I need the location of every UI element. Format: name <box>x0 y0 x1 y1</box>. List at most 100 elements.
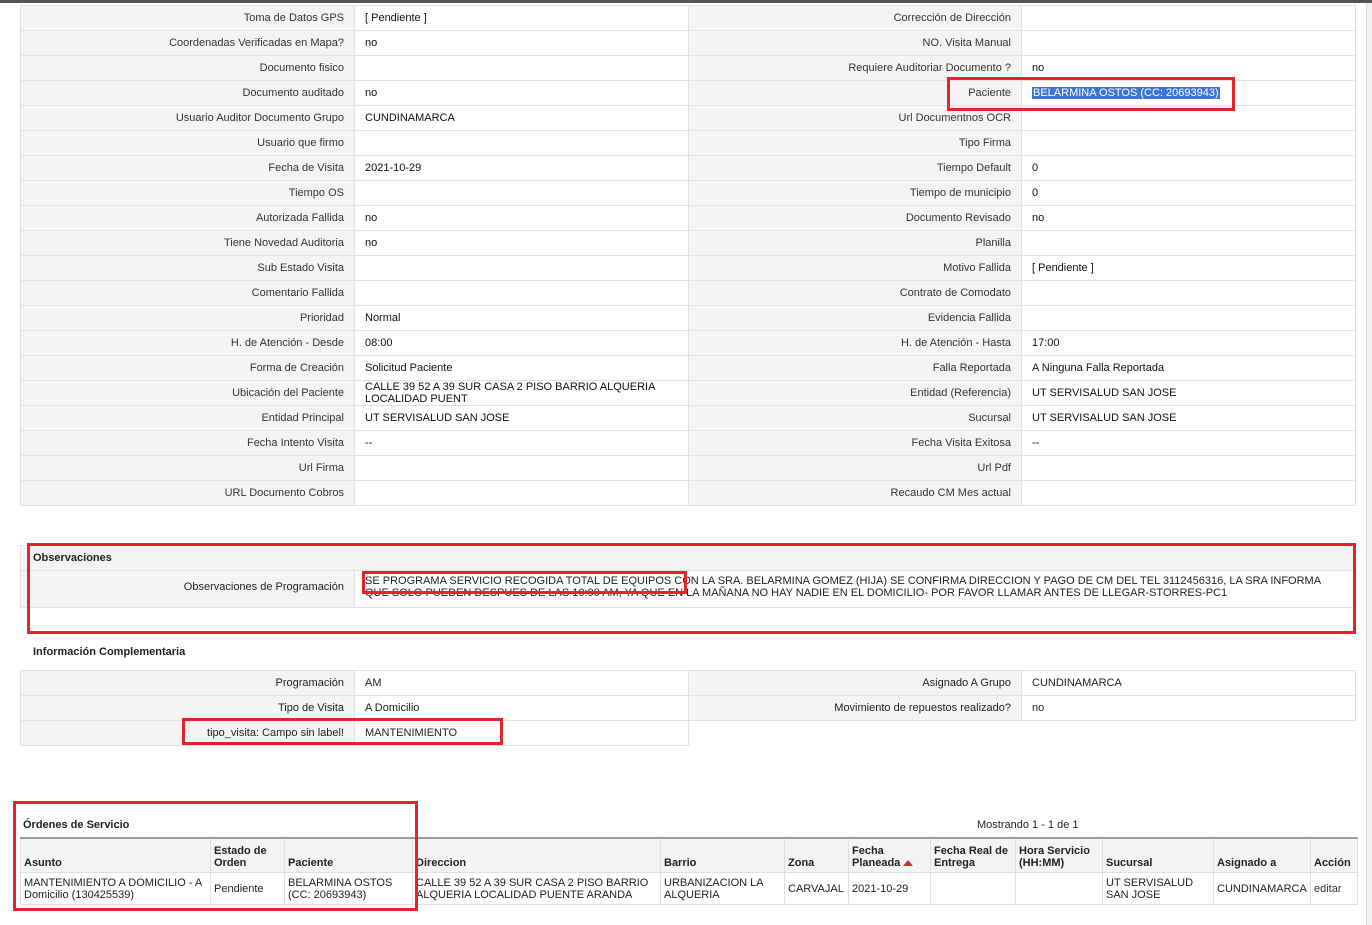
field-label: Sucursal <box>688 405 1022 431</box>
field-label: Tiempo OS <box>20 180 355 206</box>
info-complementaria-table: Programación AM Asignado A Grupo CUNDINAMAR… <box>20 670 1356 746</box>
column-header[interactable]: Asignado a <box>1213 837 1311 873</box>
field-label: Tiempo Default <box>688 155 1022 181</box>
field-label <box>688 720 1022 746</box>
field-value <box>354 255 689 281</box>
field-label: Falla Reportada <box>688 355 1022 381</box>
table-cell: MANTENIMIENTO A DOMICILIO - A Domicilio … <box>20 872 211 905</box>
field-label: Ubicación del Paciente <box>20 380 355 406</box>
detail-row: Url Firma Url Pdf <box>20 455 1356 481</box>
detail-row: Fecha de Visita 2021-10-29 Tiempo Default 0 <box>20 155 1356 181</box>
field-value: CUNDINAMARCA <box>1021 670 1356 696</box>
field-label: Autorizada Fallida <box>20 205 355 231</box>
field-value: AM <box>354 670 689 696</box>
field-label: Motivo Fallida <box>688 255 1022 281</box>
scrollbar[interactable] <box>1366 3 1372 925</box>
column-header-label: Asunto <box>24 857 62 869</box>
field-label: Prioridad <box>20 305 355 331</box>
ordenes-title: Órdenes de Servicio <box>23 819 130 831</box>
field-value: 17:00 <box>1021 330 1356 356</box>
table-cell: 2021-10-29 <box>848 872 931 905</box>
edit-link[interactable]: editar <box>1310 872 1358 905</box>
column-header[interactable]: Acción <box>1310 837 1358 873</box>
detail-row: Coordenadas Verificadas en Mapa? no NO. Vi… <box>20 30 1356 56</box>
column-header[interactable]: Asunto <box>20 837 211 873</box>
column-header[interactable]: Estado de Orden <box>210 837 285 873</box>
column-header[interactable]: Fecha Planeada <box>848 837 931 873</box>
field-label: Url Pdf <box>688 455 1022 481</box>
detail-row: Usuario Auditor Documento Grupo CUNDINAMA… <box>20 105 1356 131</box>
sort-ascending-icon[interactable] <box>903 860 914 867</box>
field-label: Comentario Fallida <box>20 280 355 306</box>
field-value: UT SERVISALUD SAN JOSE <box>1021 405 1356 431</box>
detail-row: H. de Atención - Desde 08:00 H. de Atenció… <box>20 330 1356 356</box>
field-label: Corrección de Dirección <box>688 5 1022 31</box>
field-value <box>354 130 689 156</box>
detail-row: Usuario que firmo Tipo Firma <box>20 130 1356 156</box>
detail-row: Comentario Fallida Contrato de Comodato <box>20 280 1356 306</box>
field-label: Fecha Visita Exitosa <box>688 430 1022 456</box>
ordenes-table: Asunto Estado de Orden Paciente Direccion Ba… <box>20 837 1358 905</box>
field-label: Recaudo CM Mes actual <box>688 480 1022 506</box>
field-value: no <box>354 230 689 256</box>
field-value <box>354 455 689 481</box>
detail-row: Ubicación del Paciente CALLE 39 52 A 39 S… <box>20 380 1356 406</box>
field-value: -- <box>1021 430 1356 456</box>
field-value <box>1021 30 1356 56</box>
field-value: Solicitud Paciente <box>354 355 689 381</box>
column-header[interactable]: Hora Servicio (HH:MM) <box>1015 837 1103 873</box>
table-row[interactable]: MANTENIMIENTO A DOMICILIO - A Domicilio … <box>20 872 1358 905</box>
pagination-summary: Mostrando 1 - 1 de 1 <box>977 819 1079 831</box>
field-value: UT SERVISALUD SAN JOSE <box>1021 380 1356 406</box>
info-complementaria-title: Información Complementaria <box>20 640 1355 668</box>
info-row: tipo_visita: Campo sin label! MANTENIMIEN… <box>20 720 1356 746</box>
detail-row: Tiene Novedad Auditoria no Planilla <box>20 230 1356 256</box>
detail-row: URL Documento Cobros Recaudo CM Mes actua… <box>20 480 1356 506</box>
selected-paciente-value[interactable]: BELARMINA OSTOS (CC: 20693943) <box>1032 87 1220 99</box>
field-label: Requiere Auditoriar Documento ? <box>688 55 1022 81</box>
field-label: Entidad Principal <box>20 405 355 431</box>
field-label: Forma de Creación <box>20 355 355 381</box>
field-label: Url Firma <box>20 455 355 481</box>
field-value <box>1021 720 1356 746</box>
column-header[interactable]: Sucursal <box>1102 837 1214 873</box>
top-border <box>0 0 1372 3</box>
table-cell <box>930 872 1016 905</box>
field-value: no <box>354 80 689 106</box>
column-header[interactable]: Zona <box>784 837 849 873</box>
column-header[interactable]: Fecha Real de Entrega <box>930 837 1016 873</box>
field-label: Tipo de Visita <box>20 695 355 721</box>
column-header[interactable]: Direccion <box>412 837 661 873</box>
field-value <box>354 180 689 206</box>
column-header-label: Estado de Orden <box>214 845 267 869</box>
field-value: -- <box>354 430 689 456</box>
column-header-label: Asignado a <box>1217 857 1277 869</box>
field-value: [ Pendiente ] <box>354 5 689 31</box>
field-value: 2021-10-29 <box>354 155 689 181</box>
column-header-label: Fecha Planeada <box>852 845 901 869</box>
field-label: Toma de Datos GPS <box>20 5 355 31</box>
detail-row: Forma de Creación Solicitud Paciente Falla… <box>20 355 1356 381</box>
field-value: A Ninguna Falla Reportada <box>1021 355 1356 381</box>
detail-row: Entidad Principal UT SERVISALUD SAN JOSE S… <box>20 405 1356 431</box>
detail-row: Toma de Datos GPS[ Pendiente ] Corrección… <box>20 5 1356 31</box>
field-value <box>354 280 689 306</box>
field-label: URL Documento Cobros <box>20 480 355 506</box>
field-label: Fecha de Visita <box>20 155 355 181</box>
table-cell: CUNDINAMARCA <box>1213 872 1311 905</box>
field-value <box>1021 455 1356 481</box>
column-header[interactable]: Barrio <box>660 837 785 873</box>
field-value <box>1021 305 1356 331</box>
column-header-label: Acción <box>1314 857 1351 869</box>
field-value <box>1021 230 1356 256</box>
table-cell: CALLE 39 52 A 39 SUR CASA 2 PISO BARRIO … <box>412 872 661 905</box>
column-header[interactable]: Paciente <box>284 837 413 873</box>
column-header-label: Sucursal <box>1106 857 1153 869</box>
field-label: Entidad (Referencia) <box>688 380 1022 406</box>
field-label: Url Documentnos OCR <box>688 105 1022 131</box>
field-value: no <box>354 30 689 56</box>
field-label: Movimiento de repuestos realizado? <box>688 695 1022 721</box>
field-label: Documento Revisado <box>688 205 1022 231</box>
field-value: UT SERVISALUD SAN JOSE <box>354 405 689 431</box>
detail-row: Prioridad Normal Evidencia Fallida <box>20 305 1356 331</box>
